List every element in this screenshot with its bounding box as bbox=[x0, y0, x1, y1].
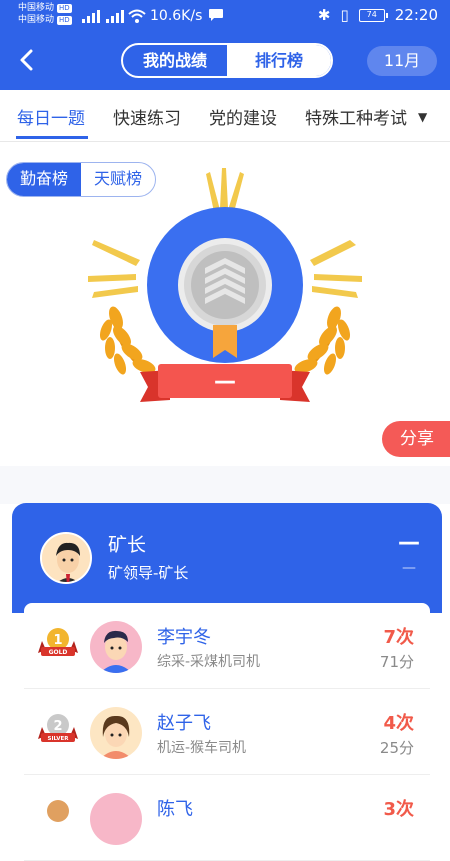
status-bar: 中国移动 HD 中国移动 HD 10.6K/s ✱ ▯ 74 22:20 bbox=[0, 0, 450, 32]
ribbon-text: — bbox=[214, 369, 236, 394]
month-selector[interactable]: 11月 bbox=[367, 46, 437, 76]
bronze-medal-icon bbox=[47, 800, 69, 822]
my-rank-value: — bbox=[398, 530, 420, 555]
section-divider bbox=[0, 466, 450, 504]
carrier-1: 中国移动 bbox=[18, 3, 55, 13]
svg-text:GOLD: GOLD bbox=[49, 649, 68, 656]
svg-text:1: 1 bbox=[53, 633, 62, 648]
toggle-diligence[interactable]: 勤奋榜 bbox=[7, 163, 81, 196]
ranking-count: 4次 bbox=[383, 713, 414, 734]
ranking-name: 陈飞 bbox=[157, 799, 193, 820]
hd-badge-2: HD bbox=[57, 15, 72, 25]
ranking-score: 71分 bbox=[379, 653, 414, 671]
signal-icon bbox=[82, 9, 100, 23]
ranking-count: 3次 bbox=[383, 799, 414, 820]
ranking-score: 25分 bbox=[379, 739, 414, 757]
chat-icon bbox=[209, 9, 223, 21]
status-right-group: ✱ ▯ 74 22:20 bbox=[318, 6, 438, 24]
share-button[interactable]: 分享 bbox=[382, 421, 450, 457]
battery-icon: 74 bbox=[358, 8, 388, 22]
svg-text:2: 2 bbox=[53, 719, 62, 734]
avatar bbox=[90, 621, 142, 673]
carrier-info: 中国移动 HD 中国移动 HD bbox=[18, 2, 72, 26]
svg-text:SILVER: SILVER bbox=[47, 736, 69, 742]
wifi-icon bbox=[128, 9, 146, 23]
avatar bbox=[90, 707, 142, 759]
signal-icon bbox=[106, 9, 124, 23]
active-tab-indicator bbox=[16, 136, 88, 139]
tab-daily-question[interactable]: 每日一题 bbox=[17, 104, 85, 129]
bluetooth-icon: ✱ bbox=[317, 6, 331, 24]
carrier-2: 中国移动 bbox=[18, 15, 55, 25]
tab-quick-practice[interactable]: 快速练习 bbox=[113, 104, 181, 129]
list-item[interactable]: 陈飞 3次 bbox=[24, 775, 430, 861]
rank-badge-illustration: — bbox=[88, 168, 362, 402]
gold-medal-icon: 1 GOLD bbox=[38, 628, 78, 656]
ranking-list: 1 GOLD 李宇冬 综采-采煤机司机 7次 71分 2 SILVER 赵子飞 … bbox=[24, 603, 430, 861]
list-item[interactable]: 1 GOLD 李宇冬 综采-采煤机司机 7次 71分 bbox=[24, 603, 430, 689]
view-segmented-control: 我的战绩 排行榜 bbox=[121, 43, 333, 78]
clock: 22:20 bbox=[394, 6, 438, 24]
my-score-value: — bbox=[402, 560, 416, 576]
caret-down-icon[interactable]: ▼ bbox=[418, 110, 427, 124]
list-item[interactable]: 2 SILVER 赵子飞 机运-猴车司机 4次 25分 bbox=[24, 689, 430, 775]
tab-leaderboard[interactable]: 排行榜 bbox=[227, 45, 331, 76]
back-chevron-icon[interactable] bbox=[14, 45, 40, 75]
hd-badge-1: HD bbox=[57, 3, 72, 13]
tab-party-building[interactable]: 党的建设 bbox=[209, 104, 277, 129]
my-name: 矿长 bbox=[108, 534, 147, 556]
my-role: 矿领导-矿长 bbox=[108, 564, 189, 582]
avatar bbox=[90, 793, 142, 845]
network-speed: 10.6K/s bbox=[150, 8, 203, 24]
left-wheat-icon bbox=[99, 306, 156, 377]
silver-medal-icon: 2 SILVER bbox=[38, 714, 78, 742]
right-wheat-icon bbox=[294, 306, 351, 377]
tab-special-exam[interactable]: 特殊工种考试 bbox=[305, 104, 407, 129]
ranking-role: 机运-猴车司机 bbox=[157, 740, 247, 756]
vibrate-icon: ▯ bbox=[340, 6, 349, 24]
category-tabs: 每日一题 快速练习 党的建设 特殊工种考试 ▼ bbox=[0, 90, 450, 142]
ranking-role: 综采-采煤机司机 bbox=[157, 654, 261, 670]
avatar bbox=[40, 532, 92, 584]
ranking-name: 李宇冬 bbox=[157, 627, 211, 648]
ranking-name: 赵子飞 bbox=[157, 713, 211, 734]
tab-my-record[interactable]: 我的战绩 bbox=[123, 45, 227, 76]
ranking-count: 7次 bbox=[383, 627, 414, 648]
